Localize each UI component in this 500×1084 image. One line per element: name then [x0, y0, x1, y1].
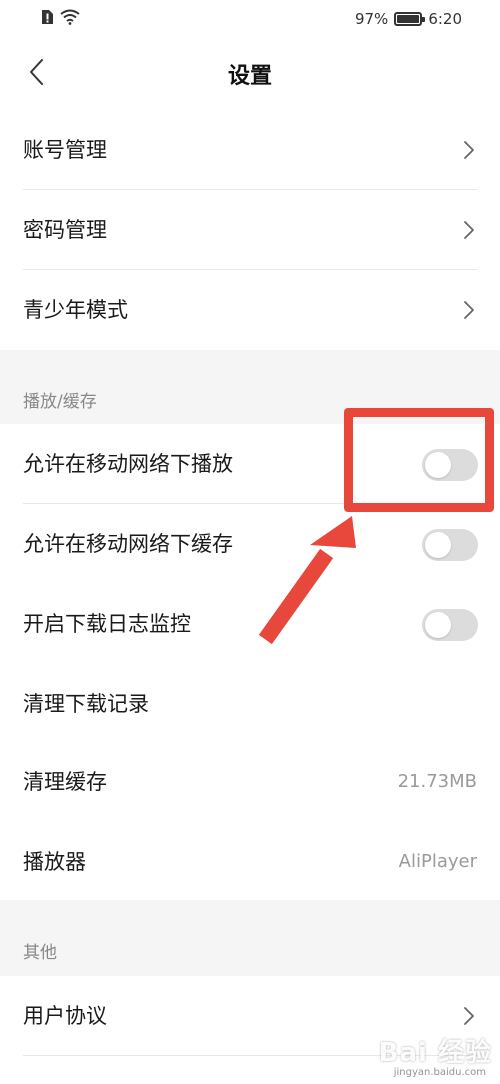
row-label: 允许在移动网络下播放 [23, 452, 233, 476]
clear-cache-row[interactable]: 清理缓存 21.73MB [0, 742, 500, 822]
password-management-row[interactable]: 密码管理 [0, 190, 500, 270]
row-label: 青少年模式 [23, 298, 128, 322]
status-time: 6:20 [428, 10, 462, 28]
chevron-right-icon [462, 139, 476, 161]
player-row[interactable]: 播放器 AliPlayer [0, 822, 500, 902]
section-title: 播放/缓存 [23, 392, 97, 412]
battery-icon [394, 12, 426, 26]
battery-level-fill [397, 15, 419, 23]
baidu-jingyan-watermark: Bai 经验 jingyan.baidu.com [342, 1028, 492, 1078]
navigation-header: 设置 [0, 38, 500, 110]
status-bar-left [40, 9, 80, 29]
account-management-row[interactable]: 账号管理 [0, 110, 500, 190]
row-label: 开启下载日志监控 [23, 612, 191, 636]
toggle-knob [425, 612, 451, 638]
watermark-text: Bai 经验 [378, 1038, 492, 1068]
wifi-icon [60, 9, 80, 29]
mobile-network-cache-toggle[interactable] [422, 529, 478, 561]
toggle-knob [425, 532, 451, 558]
cache-size-value: 21.73MB [397, 771, 477, 792]
sim-alert-icon [40, 9, 54, 29]
other-section-header: 其他 [0, 900, 500, 976]
clear-download-records-row[interactable]: 清理下载记录 [0, 664, 500, 744]
row-label: 用户协议 [23, 1004, 107, 1028]
chevron-right-icon [462, 219, 476, 241]
chevron-right-icon [462, 1005, 476, 1027]
download-log-monitor-row: 开启下载日志监控 [0, 584, 500, 664]
teen-mode-row[interactable]: 青少年模式 [0, 270, 500, 350]
status-bar-right: 97% 6:20 [355, 8, 462, 30]
player-value: AliPlayer [398, 851, 477, 872]
row-label: 账号管理 [23, 138, 107, 162]
download-log-monitor-toggle[interactable] [422, 609, 478, 641]
row-label: 播放器 [23, 850, 86, 874]
row-label: 允许在移动网络下缓存 [23, 532, 233, 556]
row-label: 清理缓存 [23, 770, 107, 794]
page-title: 设置 [227, 64, 272, 89]
battery-percent: 97% [354, 10, 389, 28]
row-label: 清理下载记录 [23, 692, 149, 716]
watermark-subtext: jingyan.baidu.com [393, 1067, 486, 1078]
chevron-right-icon [462, 299, 476, 321]
status-bar: 97% 6:20 [0, 0, 500, 38]
annotation-highlight-box [344, 408, 494, 512]
row-label: 密码管理 [23, 218, 107, 242]
section-title: 其他 [23, 943, 57, 963]
mobile-network-cache-row: 允许在移动网络下缓存 [0, 504, 500, 584]
